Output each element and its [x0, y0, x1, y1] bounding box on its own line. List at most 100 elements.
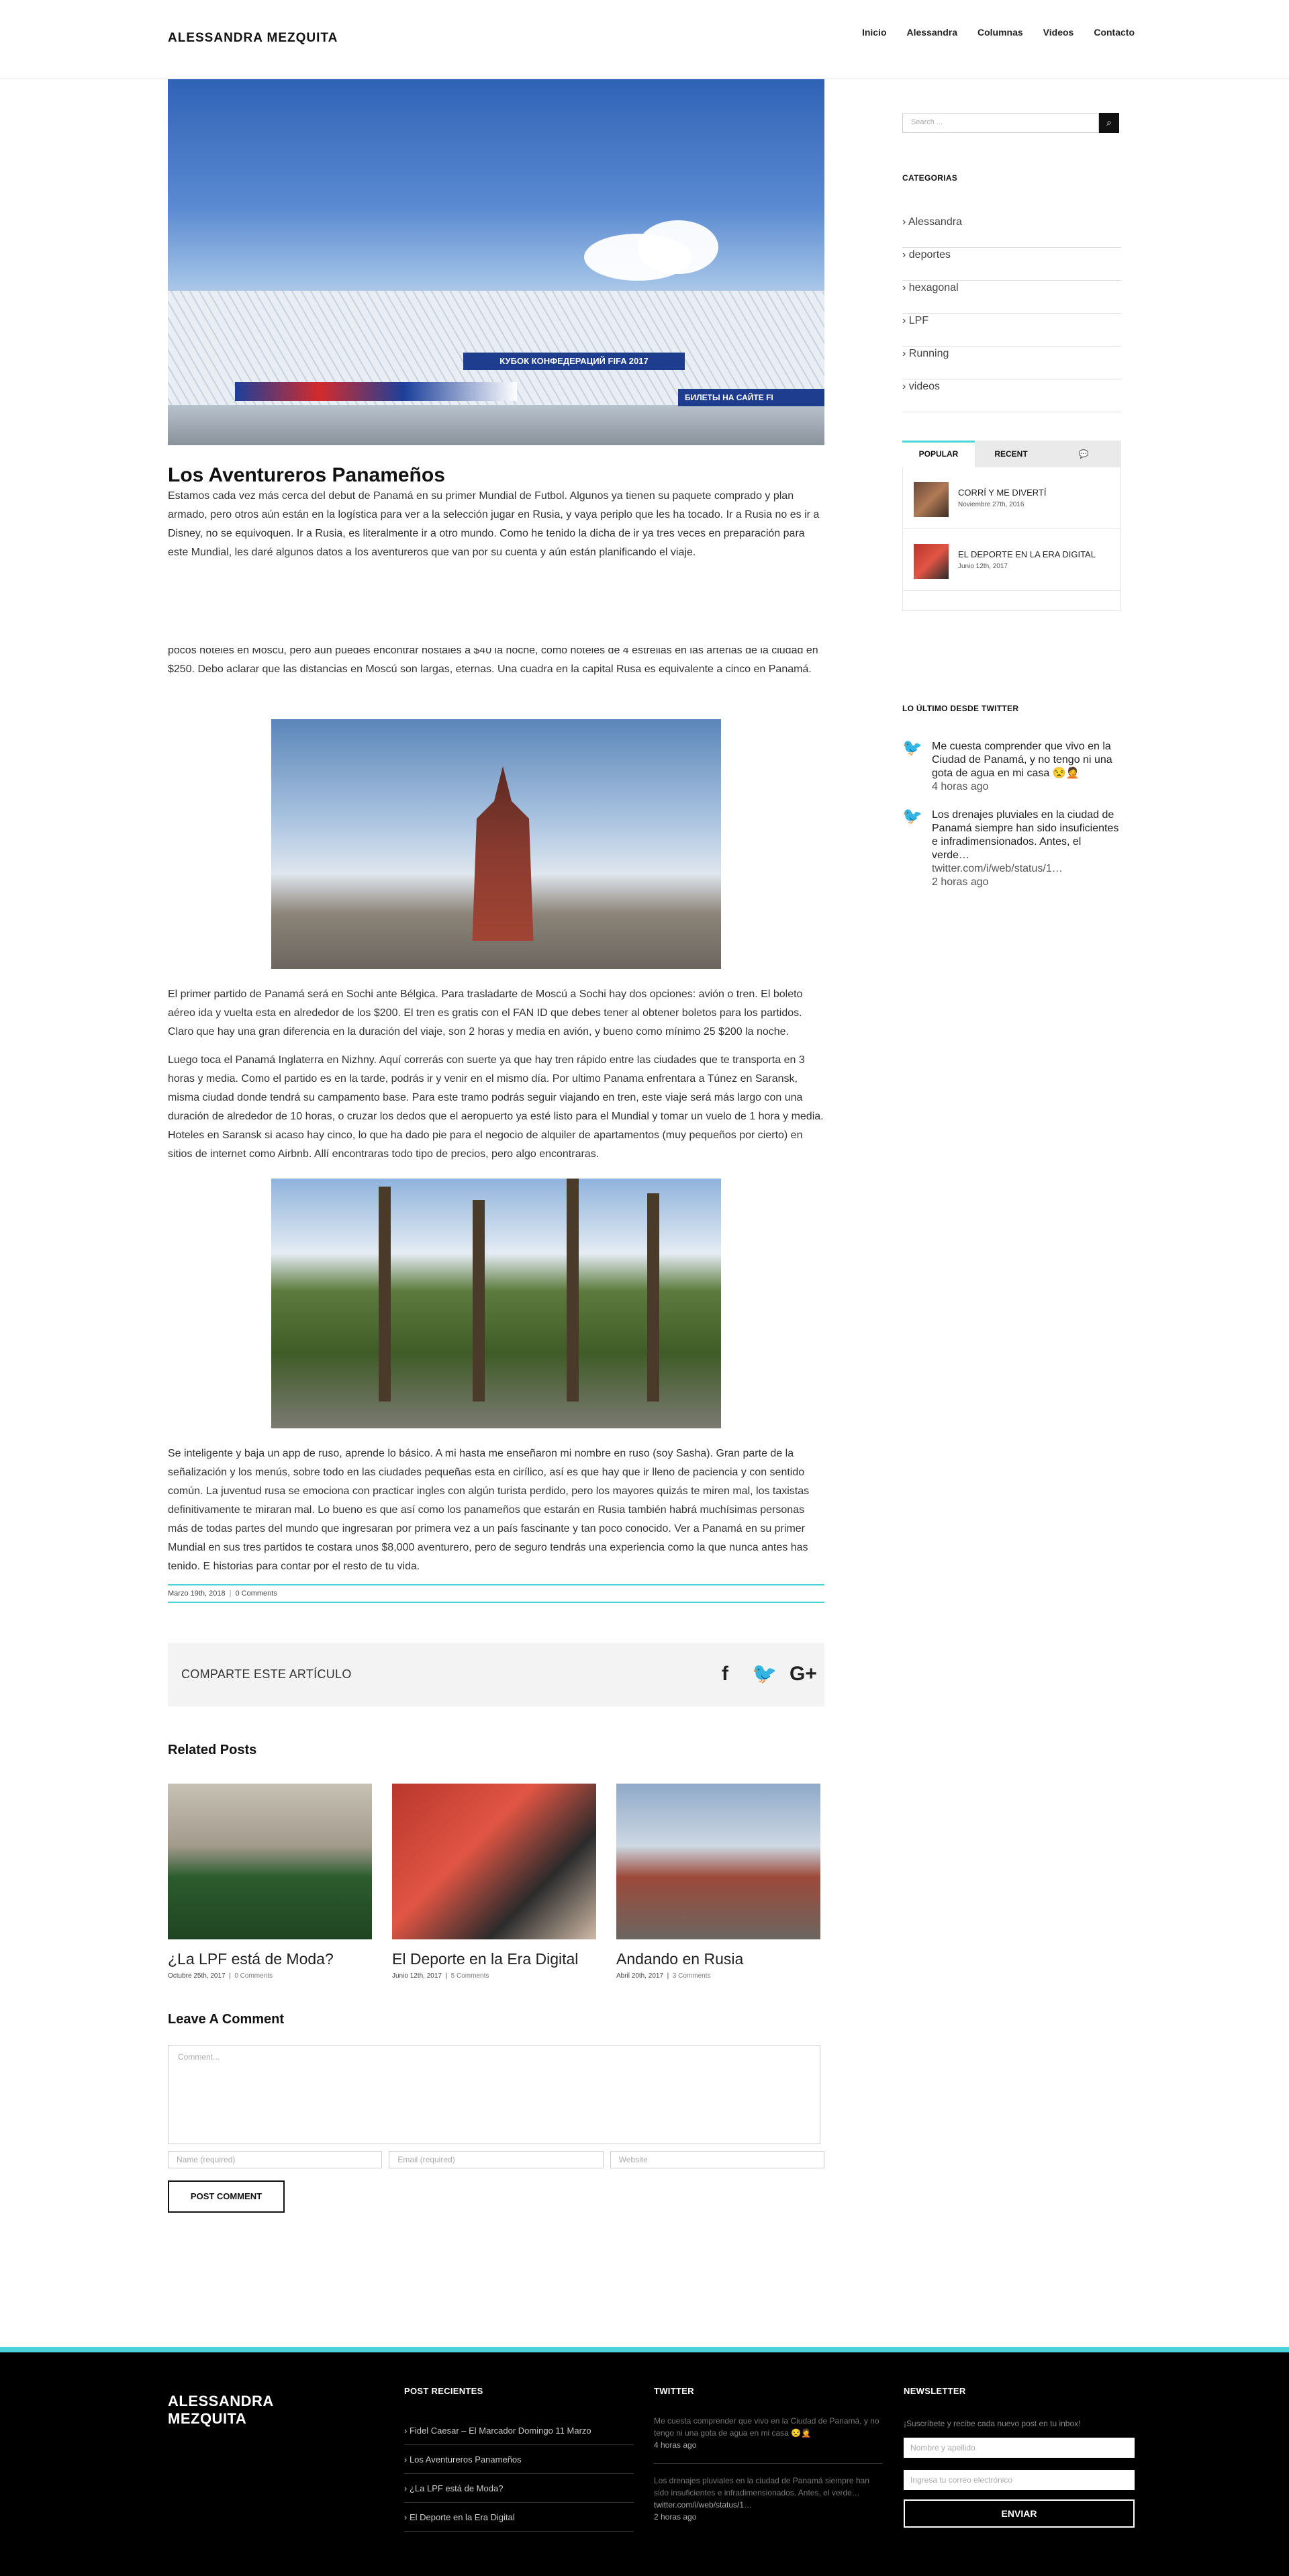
facebook-icon[interactable]: f: [714, 1661, 736, 1688]
footer-logo[interactable]: ALESSANDRA MEZQUITA: [168, 2393, 302, 2428]
category-item[interactable]: › hexagonal: [902, 281, 1121, 314]
related-post: Andando en Rusia Abril 20th, 2017 | 3 Co…: [616, 1784, 820, 1980]
popular-post-title[interactable]: EL DEPORTE EN LA ERA DIGITAL: [958, 549, 1096, 559]
popular-post-title[interactable]: CORRÍ Y ME DIVERTÍ: [958, 488, 1046, 498]
comment-form-title: Leave A Comment: [168, 2012, 285, 2027]
search-icon[interactable]: ⌕: [1099, 113, 1119, 133]
chevron-right-icon: ›: [902, 315, 906, 326]
footer-tweet-text: Los drenajes pluviales en la ciudad de P…: [654, 2476, 869, 2497]
tab-panel-popular: CORRÍ Y ME DIVERTÍ Noviembre 27th, 2016 …: [902, 467, 1121, 611]
related-post-image[interactable]: [616, 1784, 820, 1939]
footer-tweet-time[interactable]: 2 horas ago: [654, 2511, 882, 2523]
tweet-link[interactable]: twitter.com/i/web/status/1…: [932, 863, 1063, 874]
footer-accent-bar: [0, 2347, 1289, 2352]
footer-tweet: Me cuesta comprender que vivo en la Ciud…: [654, 2415, 882, 2451]
post-comment-button[interactable]: POST COMMENT: [168, 2180, 285, 2213]
post-paragraph: Luego toca el Panamá Inglaterra en Nizhn…: [168, 1054, 824, 1160]
tab-popular[interactable]: POPULAR: [902, 441, 975, 467]
post-meta: Marzo 19th, 2018 | 0 Comments: [168, 1584, 824, 1603]
footer-recent-item[interactable]: › El Deporte en la Era Digital: [404, 2503, 634, 2532]
newsletter-submit-button[interactable]: ENVIAR: [904, 2499, 1135, 2528]
comment-textarea[interactable]: Comment...: [168, 2045, 820, 2144]
tweet-time[interactable]: 4 horas ago: [932, 780, 1121, 794]
category-item[interactable]: › videos: [902, 379, 1121, 412]
website-field[interactable]: Website: [610, 2151, 824, 2168]
related-post-title[interactable]: Andando en Rusia: [616, 1950, 820, 1968]
tweet: 🐦 Me cuesta comprender que vivo en la Ci…: [902, 740, 1121, 794]
footer-recent-item[interactable]: › Los Aventureros Panameños: [404, 2445, 634, 2474]
footer-recent-list: › Fidel Caesar – El Marcador Domingo 11 …: [404, 2416, 634, 2532]
related-post-image[interactable]: [168, 1784, 372, 1939]
chevron-right-icon: ›: [902, 348, 906, 359]
popular-post-date: Junio 12th, 2017: [958, 563, 1008, 570]
tweets-list: 🐦 Me cuesta comprender que vivo en la Ci…: [902, 740, 1121, 889]
fifa-banner: КУБОК КОНФЕДЕРАЦИЙ FIFA 2017: [463, 353, 685, 370]
google-plus-icon[interactable]: G+: [790, 1661, 817, 1688]
post-paragraph: El primer partido de Panamá será en Soch…: [168, 988, 803, 1038]
sidebar: Search ... ⌕ CATEGORIAS › Alessandra › d…: [902, 79, 1121, 904]
related-post: ¿La LPF está de Moda? Octubre 25th, 2017…: [168, 1784, 372, 1980]
email-field[interactable]: Email (required): [389, 2151, 604, 2168]
footer-recent-item[interactable]: › ¿La LPF está de Moda?: [404, 2474, 634, 2503]
category-item[interactable]: › deportes: [902, 248, 1121, 281]
cathedral-shape: [472, 766, 534, 941]
popular-post-thumbnail[interactable]: [914, 544, 949, 579]
newsletter-name-input[interactable]: Nombre y apellido: [904, 2438, 1135, 2458]
tweet-time[interactable]: 2 horas ago: [932, 876, 1121, 889]
post-paragraph-clipped: pocos hoteles en Moscú, pero aún puedes …: [168, 648, 824, 704]
twitter-widget-title: LO ÚLTIMO DESDE TWITTER: [902, 704, 1019, 713]
footer-tweet-time[interactable]: 4 horas ago: [654, 2439, 882, 2451]
related-post-meta: Abril 20th, 2017 | 3 Comments: [616, 1972, 711, 1980]
share-label: COMPARTE ESTE ARTÍCULO: [181, 1667, 352, 1681]
tweet: 🐦 Los drenajes pluviales en la ciudad de…: [902, 809, 1121, 889]
search-input[interactable]: Search ...: [902, 113, 1099, 133]
post-date: Marzo 19th, 2018: [168, 1590, 226, 1598]
newsletter-text: ¡Suscríbete y recibe cada nuevo post en …: [904, 2419, 1081, 2428]
main-nav: Inicio Alessandra Columnas Videos Contac…: [862, 27, 1135, 38]
nav-inicio[interactable]: Inicio: [862, 27, 887, 38]
site-header: ALESSANDRA MEZQUITA Inicio Alessandra Co…: [0, 0, 1289, 79]
post-paragraph: Se inteligente y baja un app de ruso, ap…: [168, 1448, 810, 1572]
moscow-photo: [271, 719, 721, 969]
site-logo[interactable]: ALESSANDRA MEZQUITA: [168, 31, 338, 46]
main-content: КУБОК КОНФЕДЕРАЦИЙ FIFA 2017 БИЛЕТЫ НА С…: [168, 79, 824, 2213]
related-post: El Deporte en la Era Digital Junio 12th,…: [392, 1784, 596, 1980]
popular-post[interactable]: EL DEPORTE EN LA ERA DIGITAL Junio 12th,…: [903, 529, 1120, 591]
footer-newsletter: NEWSLETTER ¡Suscríbete y recibe cada nue…: [904, 2386, 1135, 2528]
popular-post-date: Noviembre 27th, 2016: [958, 501, 1024, 508]
newsletter-title: NEWSLETTER: [904, 2386, 966, 2396]
footer-tweet: Los drenajes pluviales en la ciudad de P…: [654, 2463, 882, 2523]
related-posts-title: Related Posts: [168, 1743, 257, 1757]
popular-post[interactable]: CORRÍ Y ME DIVERTÍ Noviembre 27th, 2016: [903, 467, 1120, 529]
nav-videos[interactable]: Videos: [1043, 27, 1074, 38]
footer-recent-item[interactable]: › Fidel Caesar – El Marcador Domingo 11 …: [404, 2416, 634, 2445]
twitter-icon[interactable]: 🐦: [752, 1661, 777, 1688]
chevron-right-icon: ›: [902, 282, 906, 293]
related-post-title[interactable]: El Deporte en la Era Digital: [392, 1950, 596, 1968]
post-comments-link[interactable]: 0 Comments: [235, 1590, 277, 1598]
footer-tweet-link[interactable]: twitter.com/i/web/status/1…: [654, 2499, 882, 2511]
chevron-right-icon: ›: [902, 249, 906, 261]
category-item[interactable]: › LPF: [902, 314, 1121, 347]
tweet-text: Me cuesta comprender que vivo en la Ciud…: [932, 741, 1112, 779]
post-paragraph: Estamos cada vez más cerca del debut de …: [168, 490, 820, 558]
related-post-meta: Octubre 25th, 2017 | 0 Comments: [168, 1972, 273, 1980]
category-item[interactable]: › Alessandra: [902, 215, 1121, 248]
tickets-banner: БИЛЕТЫ НА САЙТЕ FI: [678, 389, 824, 406]
share-icons: f 🐦 G+: [714, 1661, 817, 1688]
related-posts: ¿La LPF está de Moda? Octubre 25th, 2017…: [168, 1784, 824, 1980]
newsletter-email-input[interactable]: Ingresa tu correo electrónico: [904, 2470, 1135, 2490]
fan-banner: [235, 382, 517, 401]
related-post-image[interactable]: [392, 1784, 596, 1939]
tab-recent[interactable]: RECENT: [975, 441, 1047, 467]
nav-columnas[interactable]: Columnas: [977, 27, 1023, 38]
comments-icon[interactable]: 💬: [1047, 441, 1120, 467]
category-item[interactable]: › Running: [902, 347, 1121, 379]
name-field[interactable]: Name (required): [168, 2151, 383, 2168]
footer-tweet-text: Me cuesta comprender que vivo en la Ciud…: [654, 2416, 879, 2438]
nav-contacto[interactable]: Contacto: [1094, 27, 1135, 38]
nav-alessandra[interactable]: Alessandra: [907, 27, 957, 38]
chevron-right-icon: ›: [902, 381, 906, 392]
popular-post-thumbnail[interactable]: [914, 482, 949, 517]
related-post-title[interactable]: ¿La LPF está de Moda?: [168, 1950, 372, 1968]
